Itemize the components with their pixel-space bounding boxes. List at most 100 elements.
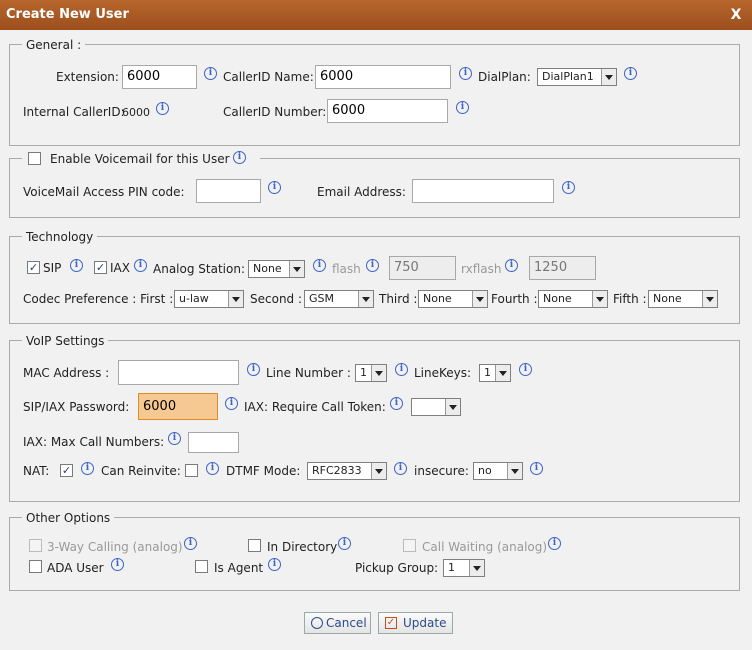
codec-second-select[interactable]: GSM [304, 290, 374, 308]
line-number-label: Line Number : [266, 366, 351, 380]
info-icon[interactable]: i [204, 67, 217, 80]
dtmf-value: RFC2833 [312, 464, 362, 477]
mac-address-label: MAC Address : [23, 366, 110, 380]
dialplan-select[interactable]: DialPlan1 [537, 68, 617, 86]
line-number-value: 1 [360, 366, 367, 379]
info-icon[interactable]: i [134, 259, 147, 272]
insecure-label: insecure: [414, 464, 469, 478]
chevron-down-icon [601, 69, 616, 85]
three-way-label: 3-Way Calling (analog) [47, 540, 183, 554]
info-icon[interactable]: i [390, 397, 403, 410]
is-agent-checkbox[interactable] [195, 560, 208, 573]
info-icon[interactable]: i [233, 151, 246, 164]
info-icon[interactable]: i [456, 101, 469, 114]
sip-checkbox[interactable]: ✓ [27, 261, 40, 274]
rxflash-input[interactable]: 1250 [529, 256, 596, 280]
insecure-select[interactable]: no [473, 462, 523, 480]
info-icon[interactable]: i [562, 181, 575, 194]
extension-input[interactable]: 6000 [122, 65, 197, 89]
info-icon[interactable]: i [81, 462, 94, 475]
linekeys-select[interactable]: 1 [479, 364, 511, 382]
technology-section: Technology ✓ SIP i ✓ IAX i Analog Statio… [9, 229, 740, 324]
cancel-button[interactable]: Cancel [304, 612, 371, 634]
general-section: General : Extension: 6000 i CallerID Nam… [9, 37, 740, 146]
info-icon[interactable]: i [111, 558, 124, 571]
update-button-label: Update [403, 616, 447, 630]
info-icon[interactable]: i [530, 462, 543, 475]
cancel-icon [311, 617, 323, 629]
info-icon[interactable]: i [268, 558, 281, 571]
dialplan-value: DialPlan1 [542, 70, 594, 83]
nat-checkbox[interactable]: ✓ [60, 464, 73, 477]
flash-input[interactable]: 750 [389, 256, 456, 280]
info-icon[interactable]: i [548, 537, 561, 550]
ada-user-checkbox[interactable] [29, 560, 42, 573]
update-button[interactable]: ✓ Update [378, 612, 453, 634]
close-icon[interactable]: X [728, 0, 744, 30]
info-icon[interactable]: i [394, 462, 407, 475]
mac-address-input[interactable] [118, 360, 239, 385]
dtmf-label: DTMF Mode: [226, 464, 301, 478]
dtmf-select[interactable]: RFC2833 [307, 462, 387, 480]
codec-first-label: Codec Preference : First : [23, 292, 174, 306]
info-icon[interactable]: i [459, 67, 472, 80]
three-way-checkbox[interactable] [29, 539, 42, 552]
pickup-group-select[interactable]: 1 [443, 559, 485, 577]
info-icon[interactable]: i [70, 259, 83, 272]
enable-voicemail-checkbox[interactable] [28, 152, 41, 165]
enable-voicemail-label: Enable Voicemail for this User [50, 152, 230, 166]
linekeys-value: 1 [484, 366, 491, 379]
linekeys-label: LineKeys: [414, 366, 472, 380]
reinvite-checkbox[interactable] [185, 464, 198, 477]
rxflash-label: rxflash [461, 262, 502, 276]
password-input[interactable]: 6000 [138, 393, 218, 420]
info-icon[interactable]: i [184, 537, 197, 550]
internal-callerid-label: Internal CallerID: [23, 105, 125, 119]
codec-fifth-select[interactable]: None [648, 290, 718, 308]
dialog-titlebar: Create New User X [0, 0, 752, 30]
codec-fourth-select[interactable]: None [538, 290, 608, 308]
info-icon[interactable]: i [156, 102, 169, 115]
max-calls-input[interactable] [188, 432, 239, 453]
codec-third-value: None [423, 292, 452, 305]
email-input[interactable] [412, 179, 554, 203]
cancel-button-label: Cancel [326, 616, 367, 630]
callerid-number-input[interactable]: 6000 [327, 99, 448, 123]
info-icon[interactable]: i [366, 259, 379, 272]
chevron-down-icon [702, 291, 717, 307]
analog-station-select[interactable]: None [248, 260, 305, 278]
general-legend: General : [22, 37, 86, 53]
call-waiting-checkbox[interactable] [403, 539, 416, 552]
info-icon[interactable]: i [395, 363, 408, 376]
line-number-select[interactable]: 1 [355, 364, 387, 382]
technology-legend: Technology [22, 229, 98, 245]
in-directory-checkbox[interactable] [248, 539, 261, 552]
info-icon[interactable]: i [338, 537, 351, 550]
max-calls-label: IAX: Max Call Numbers: [23, 435, 165, 449]
chevron-down-icon [592, 291, 607, 307]
info-icon[interactable]: i [206, 462, 219, 475]
codec-third-select[interactable]: None [418, 290, 488, 308]
info-icon[interactable]: i [313, 259, 326, 272]
iax-label: IAX [110, 261, 130, 275]
iax-checkbox[interactable]: ✓ [94, 261, 107, 274]
call-token-select[interactable] [411, 398, 461, 416]
codec-fifth-label: Fifth : [613, 292, 647, 306]
codec-first-value: u-law [179, 292, 209, 305]
callerid-number-label: CallerID Number: [223, 105, 327, 119]
callerid-name-input[interactable]: 6000 [315, 65, 451, 89]
info-icon[interactable]: i [268, 181, 281, 194]
info-icon[interactable]: i [247, 363, 260, 376]
info-icon[interactable]: i [505, 259, 518, 272]
info-icon[interactable]: i [225, 397, 238, 410]
pin-input[interactable] [196, 179, 261, 203]
email-label: Email Address: [317, 185, 406, 199]
codec-fifth-value: None [653, 292, 682, 305]
analog-station-label: Analog Station: [153, 262, 245, 276]
info-icon[interactable]: i [168, 432, 181, 445]
info-icon[interactable]: i [624, 67, 637, 80]
info-icon[interactable]: i [519, 363, 532, 376]
chevron-down-icon [371, 365, 386, 381]
codec-first-select[interactable]: u-law [174, 290, 244, 308]
chevron-down-icon [495, 365, 510, 381]
